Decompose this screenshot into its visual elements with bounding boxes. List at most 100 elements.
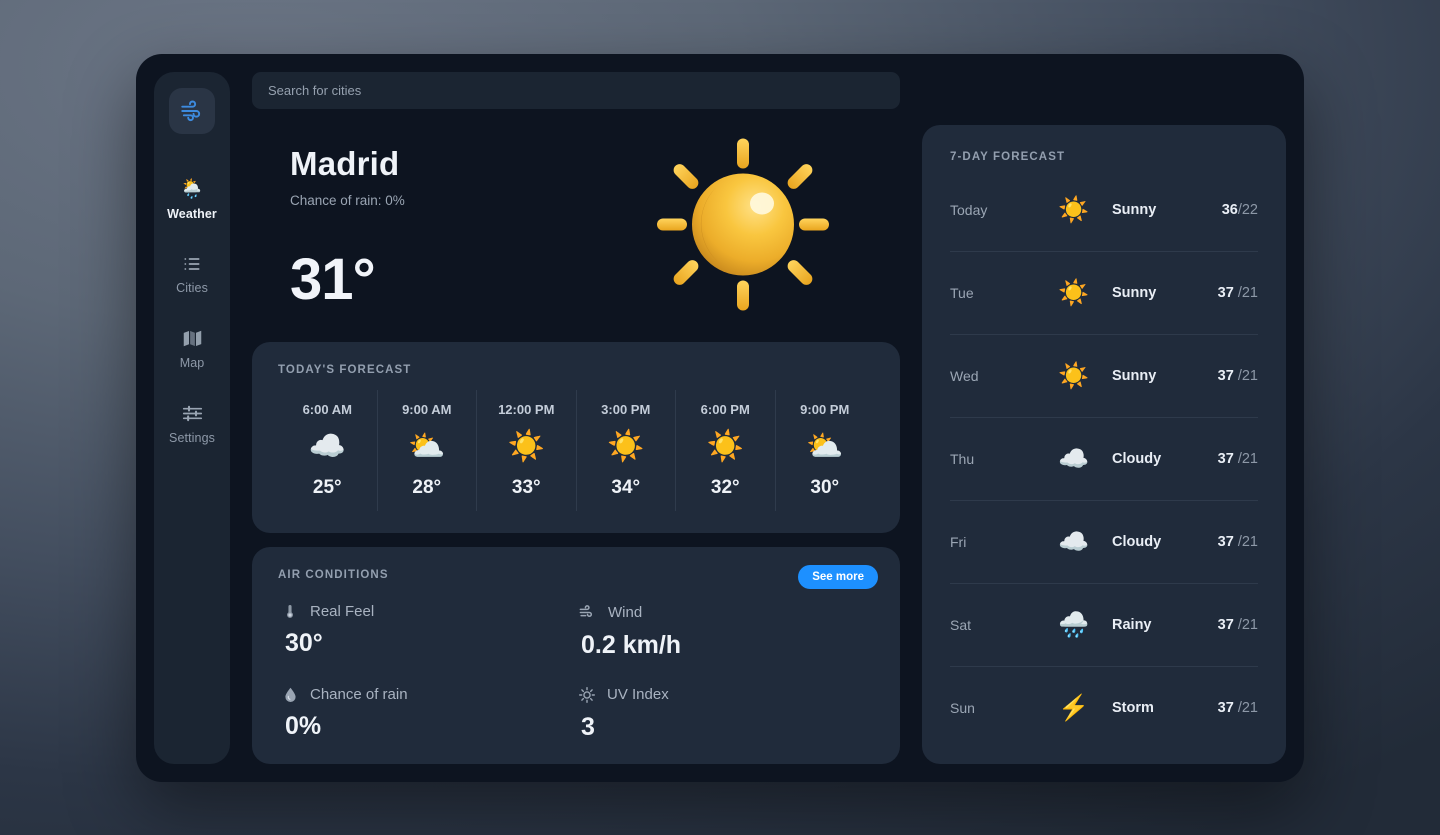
air-condition-uv-index: UV Index 3 — [578, 686, 874, 742]
thermometer-icon — [282, 603, 299, 620]
day-condition: Rainy — [1112, 617, 1152, 634]
search-input[interactable] — [252, 71, 900, 109]
day-high: 37 — [1217, 367, 1234, 384]
air-condition-label: Wind — [608, 603, 643, 621]
current-rain-chance: Chance of rain: 0% — [290, 192, 405, 208]
day-name: Fri — [950, 534, 967, 551]
day-name: Sat — [950, 617, 972, 634]
air-condition-label: Chance of rain — [310, 685, 408, 703]
air-condition-value: 3 — [581, 712, 595, 741]
uv-sun-icon — [578, 686, 596, 704]
hour-time: 9:00 AM — [402, 401, 452, 417]
day-condition: Storm — [1112, 700, 1154, 717]
water-drop-icon — [282, 686, 299, 703]
day-low: /22 — [1237, 201, 1258, 218]
day-condition: Sunny — [1112, 201, 1157, 218]
hour-time: 9:00 PM — [800, 401, 850, 417]
hour-time: 6:00 PM — [700, 401, 750, 417]
day-low: /21 — [1233, 367, 1258, 384]
weather-app-window: 🌦️ Weather Cities Map Settings Search fo… — [136, 53, 1304, 782]
day-name: Sun — [950, 700, 975, 717]
day-temperatures: 36/22 — [1222, 202, 1258, 218]
day-high: 36 — [1221, 201, 1238, 218]
todays-forecast-card: TODAY'S FORECAST 6:00 AM ☁️ 25° 9:00 AM … — [252, 342, 900, 533]
weekly-forecast-card: 7-DAY FORECAST Today ☀️ Sunny 36/22 Tue … — [922, 124, 1286, 764]
cloud-icon: ☁️ — [1058, 528, 1090, 557]
page-title: Madrid — [290, 144, 400, 182]
hour-time: 12:00 PM — [498, 401, 555, 417]
map-icon — [182, 328, 203, 349]
weekly-forecast-row[interactable]: Sat 🌧️ Rainy 37 /21 — [950, 584, 1258, 668]
cloud-icon: ☁️ — [308, 429, 346, 463]
hour-temperature: 30° — [810, 476, 840, 498]
cloud-icon: ☁️ — [1058, 445, 1090, 474]
sun-icon: ☀️ — [507, 429, 545, 463]
sidebar-item-settings[interactable]: Settings — [154, 403, 230, 445]
weekly-forecast-row[interactable]: Wed ☀️ Sunny 37 /21 — [950, 335, 1258, 419]
air-condition-value: 30° — [285, 628, 323, 657]
sun-behind-rain-cloud-icon: 🌦️ — [180, 178, 204, 200]
day-name: Today — [950, 201, 988, 218]
sidebar-item-cities[interactable]: Cities — [154, 254, 230, 295]
sidebar-item-label: Map — [179, 355, 205, 370]
day-name: Tue — [950, 284, 974, 301]
main-content: Madrid Chance of rain: 0% 31° — [252, 71, 1286, 764]
left-column: Madrid Chance of rain: 0% 31° TODAY'S FO… — [252, 125, 900, 764]
day-high: 37 — [1217, 534, 1234, 551]
weekly-forecast-row[interactable]: Fri ☁️ Cloudy 37 /21 — [950, 501, 1258, 585]
app-logo-wind-icon[interactable] — [169, 87, 215, 134]
hourly-forecast-list: 6:00 AM ☁️ 25° 9:00 AM ⛅ 28° 12:00 PM ☀️ — [278, 390, 875, 511]
day-name: Wed — [950, 367, 979, 384]
wind-icon — [578, 603, 597, 622]
sidebar-item-label: Settings — [169, 430, 215, 445]
sidebar-item-label: Weather — [167, 206, 217, 221]
sun-icon — [654, 135, 832, 318]
air-condition-label: UV Index — [607, 686, 669, 703]
see-more-button[interactable]: See more — [798, 564, 878, 589]
hour-time: 3:00 PM — [601, 401, 651, 417]
weekly-forecast-row[interactable]: Sun ⚡ Storm 37 /21 — [950, 667, 1258, 749]
weekly-forecast-row[interactable]: Today ☀️ Sunny 36/22 — [950, 169, 1258, 252]
sun-icon: ☀️ — [1058, 278, 1090, 307]
hourly-forecast-item[interactable]: 9:00 PM ⛅ 30° — [776, 390, 875, 510]
day-temperatures: 37 /21 — [1218, 368, 1258, 384]
weekly-forecast-row[interactable]: Thu ☁️ Cloudy 37 /21 — [950, 418, 1258, 502]
day-temperatures: 37 /21 — [1218, 534, 1258, 550]
day-high: 37 — [1217, 617, 1234, 634]
day-name: Thu — [950, 451, 975, 468]
hourly-forecast-item[interactable]: 6:00 AM ☁️ 25° — [278, 390, 378, 511]
current-temperature: 31° — [290, 246, 376, 312]
current-weather-info: Madrid Chance of rain: 0% 31° — [290, 141, 405, 313]
content-row: Madrid Chance of rain: 0% 31° TODAY'S FO… — [252, 124, 1286, 764]
sidebar-item-label: Cities — [176, 280, 208, 295]
hour-temperature: 33° — [511, 476, 541, 498]
day-low: /21 — [1233, 451, 1258, 468]
weekly-forecast-title: 7-DAY FORECAST — [950, 150, 1066, 163]
rain-cloud-icon: 🌧️ — [1058, 611, 1090, 640]
air-conditions-card: AIR CONDITIONS See more Real Feel 30° Wi… — [252, 546, 900, 764]
day-temperatures: 37 /21 — [1218, 451, 1258, 467]
air-condition-wind: Wind 0.2 km/h — [578, 603, 874, 660]
wind-icon — [181, 100, 201, 121]
day-high: 37 — [1217, 284, 1234, 301]
air-conditions-grid: Real Feel 30° Wind 0.2 km/h Chance of ra… — [278, 603, 874, 742]
hour-temperature: 25° — [312, 476, 342, 498]
day-low: /21 — [1233, 617, 1258, 634]
sun-icon: ☀️ — [706, 429, 744, 463]
hourly-forecast-item[interactable]: 3:00 PM ☀️ 34° — [577, 390, 676, 511]
sidebar-item-weather[interactable]: 🌦️ Weather — [154, 178, 230, 221]
sidebar-item-map[interactable]: Map — [154, 328, 230, 370]
day-low: /21 — [1233, 700, 1258, 717]
day-low: /21 — [1233, 284, 1258, 301]
air-condition-label: Real Feel — [310, 602, 375, 620]
weekly-forecast-row[interactable]: Tue ☀️ Sunny 37 /21 — [950, 252, 1258, 335]
sun-behind-cloud-icon: ⛅ — [806, 429, 844, 463]
hourly-forecast-item[interactable]: 12:00 PM ☀️ 33° — [477, 390, 577, 511]
day-high: 37 — [1217, 451, 1234, 468]
hourly-forecast-item[interactable]: 9:00 AM ⛅ 28° — [378, 390, 477, 511]
sidebar: 🌦️ Weather Cities Map Settings — [154, 71, 230, 764]
sun-icon: ☀️ — [1058, 195, 1090, 224]
sliders-icon — [182, 403, 203, 424]
day-temperatures: 37 /21 — [1218, 700, 1258, 716]
hourly-forecast-item[interactable]: 6:00 PM ☀️ 32° — [676, 390, 776, 511]
